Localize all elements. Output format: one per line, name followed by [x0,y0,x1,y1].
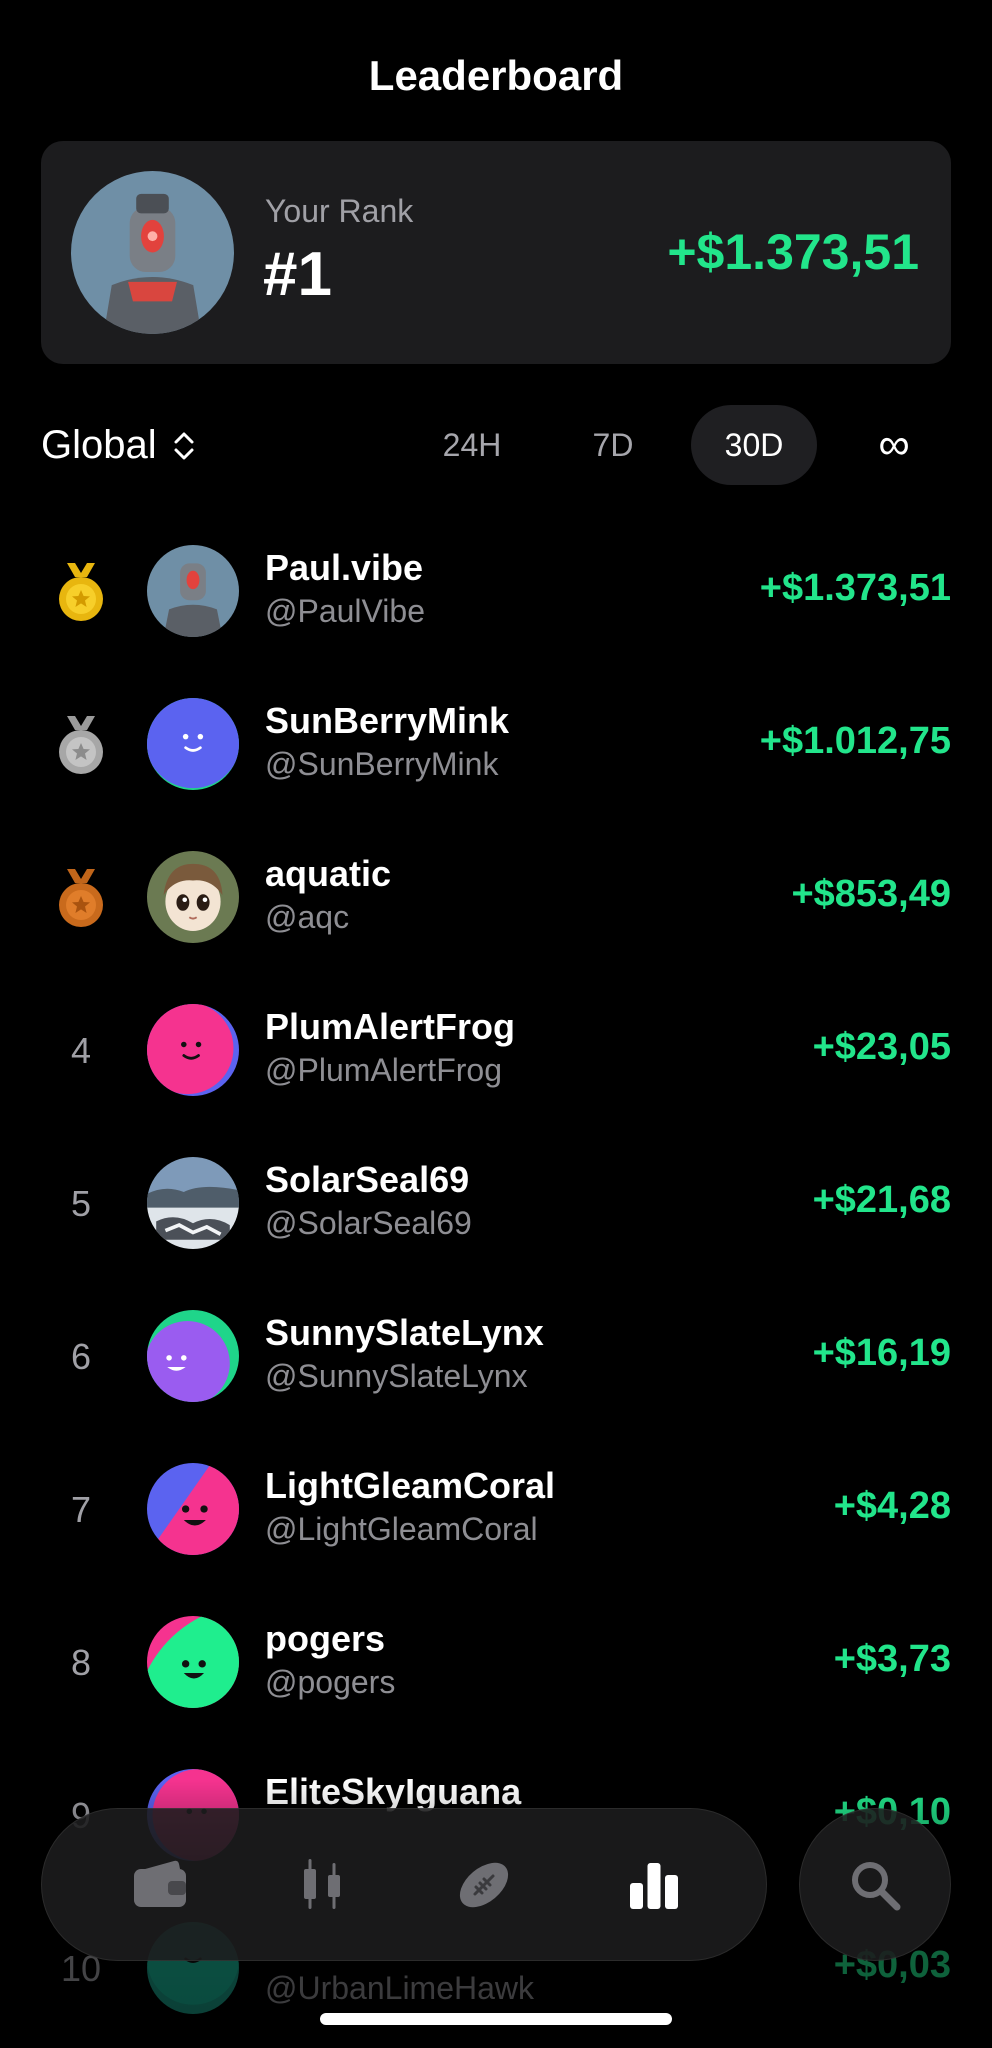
avatar [71,171,234,334]
list-item[interactable]: SunBerryMink @SunBerryMink +$1.012,75 [0,668,992,821]
user-handle: @UrbanLimeHawk [265,1970,535,2006]
avatar [147,1616,239,1708]
rank-cell [41,668,121,821]
rank-number: 6 [70,1335,92,1377]
user-handle: @SolarSeal69 [265,1205,472,1241]
your-rank-card[interactable]: Your Rank #1 +$1.373,51 [41,141,951,364]
list-item[interactable]: Paul.vibe @PaulVibe +$1.373,51 [0,515,992,668]
avatar [147,1157,239,1249]
bronze-medal-icon [59,868,103,927]
list-item[interactable]: 5 SolarSeal69 @SolarSeal69 +$21,68 [0,1127,992,1280]
user-handle: @PaulVibe [265,593,425,629]
avatar [147,545,239,637]
pnl-amount: +$3,73 [833,1638,951,1680]
pnl-amount: +$21,68 [812,1179,951,1221]
leaderboard-icon [630,1863,678,1909]
user-handle: @aqc [265,899,350,935]
home-indicator [320,2013,672,2025]
chevron-up-down-icon [174,432,194,459]
your-rank-amount: +$1.373,51 [667,224,919,280]
user-handle: @PlumAlertFrog [265,1052,502,1088]
avatar [147,1463,239,1555]
rank-cell [41,515,121,668]
wallet-icon [134,1860,186,1907]
period-7d[interactable]: 7D [550,405,676,485]
user-handle: @LightGleamCoral [265,1511,538,1547]
user-name: SunBerryMink [265,700,510,741]
avatar [147,851,239,943]
tab-markets[interactable] [284,1847,360,1923]
pnl-amount: +$4,28 [833,1485,951,1527]
user-name: Paul.vibe [265,547,424,588]
search-button[interactable] [799,1808,951,1961]
avatar [147,1004,239,1096]
pnl-amount: +$853,49 [791,873,951,915]
search-icon [852,1861,901,1910]
list-item[interactable]: 4 PlumAlertFrog @PlumAlertFrog +$23,05 [0,974,992,1127]
tab-leaderboard[interactable] [616,1847,692,1923]
user-name: LightGleamCoral [265,1465,556,1506]
tab-sports[interactable] [446,1847,522,1923]
gold-medal-icon [59,562,103,621]
list-item[interactable]: 7 LightGleamCoral @LightGleamCoral +$4,2… [0,1433,992,1586]
rank-number: 5 [70,1182,92,1224]
silver-medal-icon [59,715,103,774]
user-name: EliteSkyIguana [265,1771,522,1812]
user-name: SunnySlateLynx [265,1312,544,1353]
scope-label: Global [41,423,157,467]
list-item[interactable]: aquatic @aqc +$853,49 [0,821,992,974]
period-30d[interactable]: 30D [691,405,817,485]
rank-number: 7 [70,1488,92,1530]
user-name: aquatic [265,853,392,894]
rank-number: 4 [70,1029,92,1071]
user-handle: @SunBerryMink [265,746,499,782]
filter-row: Global 24H 7D 30D ∞ [41,405,951,487]
candlestick-chart-icon [304,1859,340,1909]
avatar [147,698,239,790]
page-title: Leaderboard [368,52,624,99]
list-item[interactable]: 8 pogers @pogers +$3,73 [0,1586,992,1739]
pnl-amount: +$23,05 [812,1026,951,1068]
tab-bar [41,1808,767,1961]
rank-cell [41,821,121,974]
user-name: PlumAlertFrog [265,1006,516,1047]
your-rank-value: #1 [263,240,332,309]
period-24h[interactable]: 24H [409,405,535,485]
rank-number: 8 [70,1641,92,1683]
user-handle: @SunnySlateLynx [265,1358,528,1394]
scope-selector[interactable]: Global [41,423,197,468]
avatar [147,1310,239,1402]
pnl-amount: +$16,19 [812,1332,951,1374]
football-icon [459,1862,509,1908]
period-all-time[interactable]: ∞ [831,405,957,485]
pnl-amount: +$1.373,51 [759,567,951,609]
tab-wallet[interactable] [122,1847,198,1923]
user-name: SolarSeal69 [265,1159,470,1200]
user-name: pogers [265,1618,386,1659]
your-rank-label: Your Rank [265,193,414,229]
list-item[interactable]: 6 SunnySlateLynx @SunnySlateLynx +$16,19 [0,1280,992,1433]
pnl-amount: +$1.012,75 [759,720,951,762]
user-handle: @pogers [265,1664,396,1700]
